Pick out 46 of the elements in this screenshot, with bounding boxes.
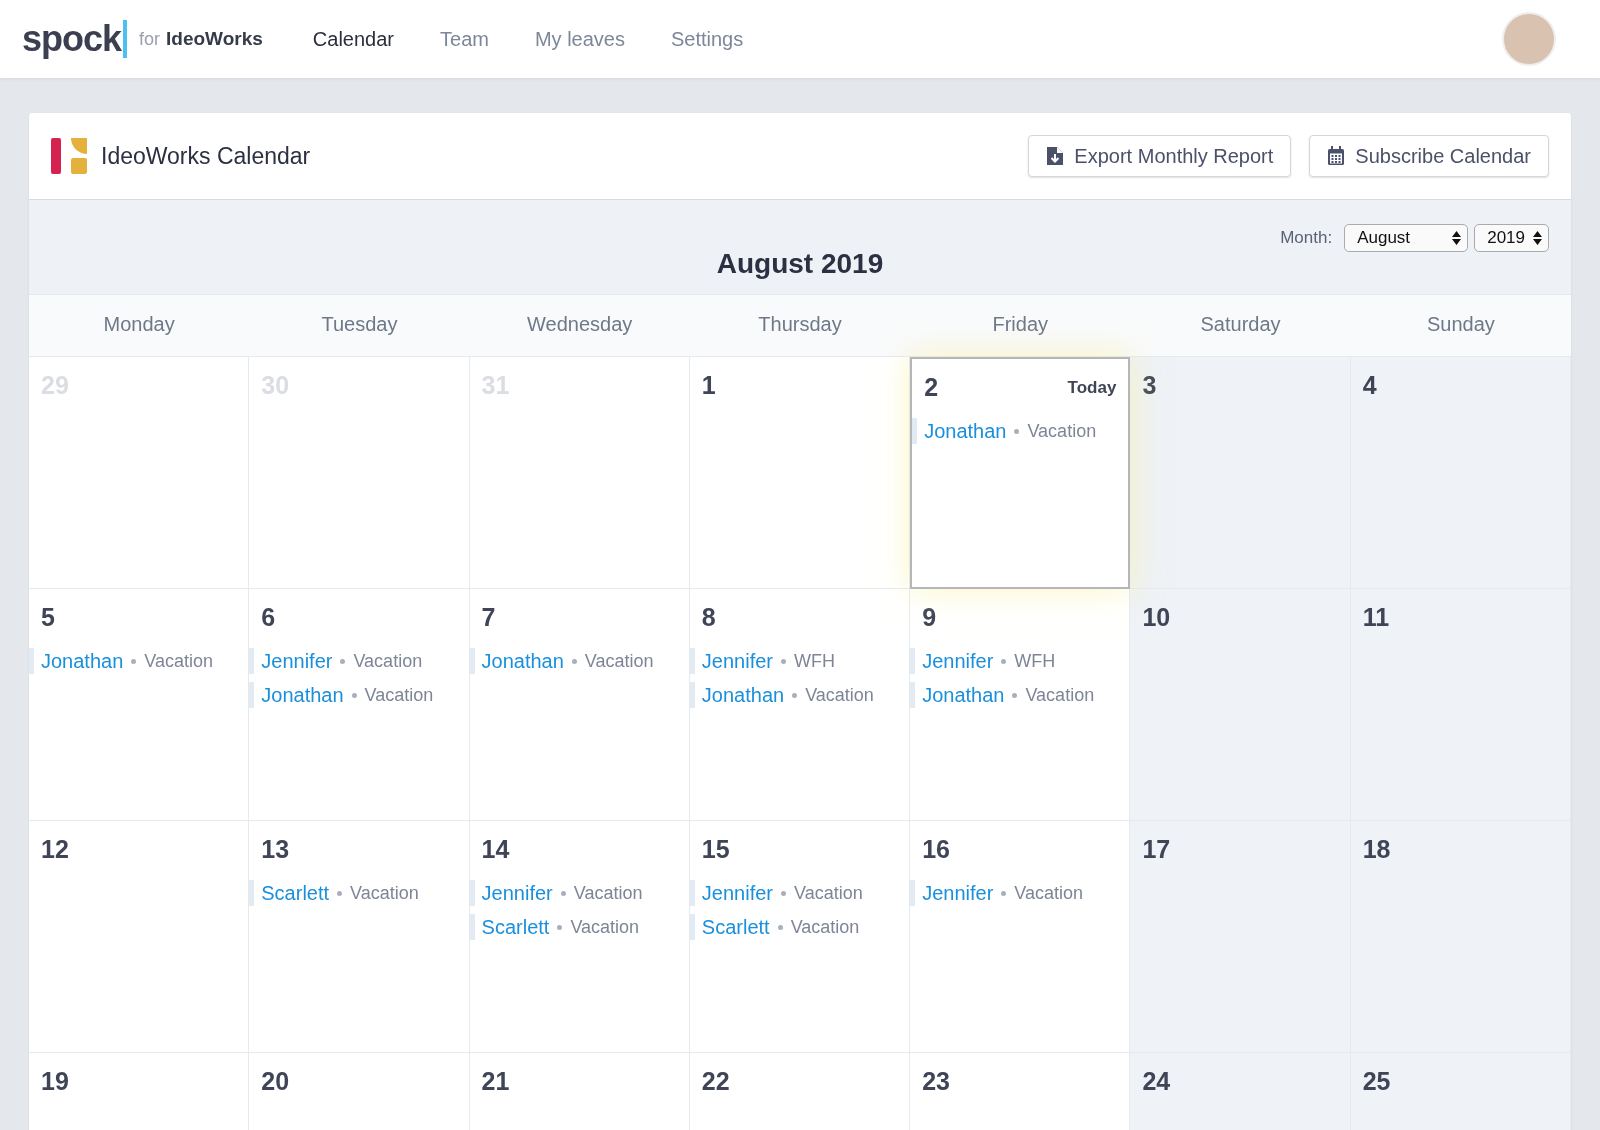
day-number: 12 (41, 835, 69, 864)
brand-logo[interactable]: spock (22, 20, 128, 58)
day-number: 19 (41, 1067, 69, 1096)
day-number: 20 (261, 1067, 290, 1096)
day-number: 10 (1142, 603, 1171, 632)
day-number: 9 (922, 603, 937, 632)
day-number: 5 (41, 603, 55, 632)
day-number: 8 (701, 603, 716, 632)
month-select[interactable]: August (1344, 224, 1469, 252)
day-number: 23 (922, 1067, 950, 1096)
updown-arrows-icon (1533, 231, 1542, 245)
day-number: 17 (1142, 835, 1171, 864)
year-select[interactable]: 2019 (1474, 224, 1549, 252)
avatar[interactable] (1502, 12, 1556, 66)
day-number: 11 (1362, 603, 1390, 632)
day-number: 18 (1362, 835, 1391, 864)
day-number: 13 (261, 835, 290, 864)
day-number: 2 (924, 373, 939, 402)
subscribe-button[interactable]: Subscribe Calendar (1309, 135, 1549, 177)
export-button[interactable]: Export Monthly Report (1028, 135, 1292, 177)
calendar-icon (1327, 146, 1346, 166)
today-label: Today (1067, 377, 1117, 398)
nav-link[interactable]: Settings (670, 27, 744, 51)
day-number: 14 (481, 835, 510, 864)
day-number: 6 (261, 603, 276, 632)
day-number: 22 (701, 1067, 730, 1096)
file-download-icon (1046, 146, 1065, 166)
month-heading: August 2019 (715, 248, 885, 280)
day-number: 1 (701, 371, 716, 400)
for-label: for (139, 28, 161, 50)
logo-icon (51, 138, 87, 174)
day-number: 16 (922, 835, 950, 864)
day-number: 24 (1142, 1067, 1171, 1096)
day-number: 25 (1362, 1067, 1391, 1096)
nav-link[interactable]: My leaves (534, 27, 625, 51)
nav-link[interactable]: Team (440, 27, 489, 51)
organization-name: IdeoWorks (166, 28, 263, 50)
month-label: Month: (1280, 228, 1333, 248)
nav-link[interactable]: Calendar (312, 27, 394, 51)
calendar-title: IdeoWorks Calendar (101, 142, 311, 170)
day-number: 3 (1142, 371, 1157, 400)
day-number: 7 (481, 603, 496, 632)
updown-arrows-icon (1452, 231, 1462, 245)
day-number: 4 (1362, 371, 1377, 400)
day-number: 15 (701, 835, 730, 864)
day-number: 21 (481, 1067, 510, 1096)
